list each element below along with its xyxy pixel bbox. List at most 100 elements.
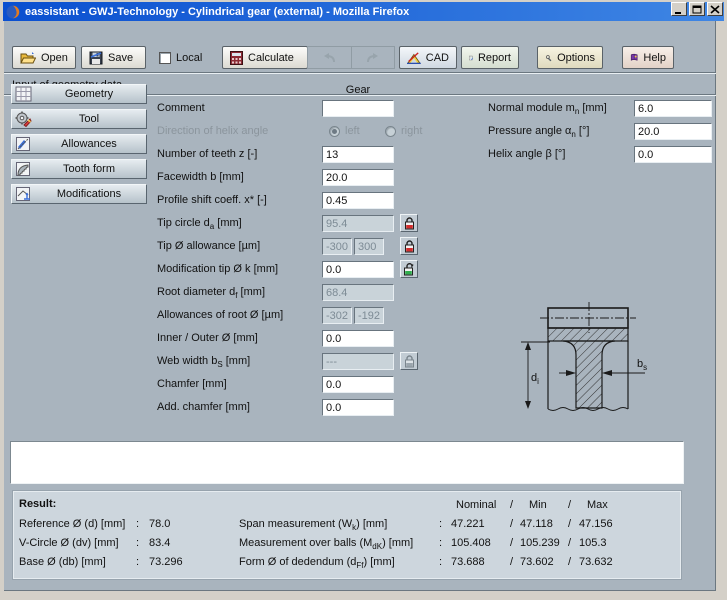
result-max: 105.3 <box>579 537 607 549</box>
minimize-button[interactable] <box>671 2 687 16</box>
sidebar-item-geometry[interactable]: Geometry <box>11 84 147 104</box>
save-button-label: Save <box>108 52 133 64</box>
helix-left-radio <box>329 126 340 137</box>
cad-drafting-icon <box>407 51 421 65</box>
result-label: Measurement over balls (MdK) [mm] <box>239 537 413 549</box>
save-button[interactable]: Save <box>81 46 146 69</box>
open-button[interactable]: Open <box>12 46 76 69</box>
result-nominal: 47.221 <box>451 518 485 530</box>
calculate-button-label: Calculate <box>248 52 294 64</box>
sidebar-item-label: Allowances <box>32 138 146 150</box>
local-checkbox[interactable] <box>159 52 171 64</box>
header-min: Min <box>529 499 547 511</box>
redo-icon <box>365 52 381 64</box>
modifications-icon <box>15 186 32 202</box>
chamfer-input[interactable] <box>322 376 394 393</box>
inner-outer-label: Inner / Outer Ø [mm] <box>157 332 321 344</box>
lock-closed-red-icon <box>404 240 415 253</box>
tip-modification-lock-button[interactable] <box>400 260 418 278</box>
message-area <box>10 441 684 484</box>
cad-button-label: CAD <box>426 52 449 64</box>
tip-circle-lock-button[interactable] <box>400 214 418 232</box>
sidebar-item-label: Tooth form <box>32 163 146 175</box>
result-label: V-Circle Ø (dv) [mm] <box>19 537 119 549</box>
result-value: 73.296 <box>149 556 183 568</box>
root-allowance-max-input <box>354 307 384 324</box>
result-label: Reference Ø (d) [mm] <box>19 518 125 530</box>
result-label: Form Ø of dedendum (dFf) [mm] <box>239 556 395 568</box>
result-min: 105.239 <box>520 537 560 549</box>
tip-allowance-lock-button[interactable] <box>400 237 418 255</box>
lock-closed-red-icon <box>404 217 415 230</box>
helix-right-label: right <box>401 125 422 137</box>
help-book-icon <box>630 51 638 64</box>
result-value: 78.0 <box>149 518 170 530</box>
facewidth-input[interactable] <box>322 169 394 186</box>
minimize-icon <box>674 5 684 14</box>
tip-allowance-max-input <box>354 238 384 255</box>
comment-input[interactable] <box>322 100 394 117</box>
title-bar: eassistant - GWJ-Technology - Cylindrica… <box>3 2 724 21</box>
cad-button[interactable]: CAD <box>399 46 457 69</box>
close-button[interactable] <box>707 2 723 16</box>
sidebar-item-tooth-form[interactable]: Tooth form <box>11 159 147 179</box>
undo-icon <box>321 52 337 64</box>
calculator-icon <box>230 51 243 65</box>
result-label: Span measurement (Wk) [mm] <box>239 518 387 530</box>
profile-shift-label: Profile shift coeff. x* [-] <box>157 194 321 206</box>
tool-gear-icon <box>15 111 32 127</box>
pressure-angle-label: Pressure angle αn [°] <box>488 125 638 137</box>
helix-angle-label: Helix angle β [°] <box>488 148 638 160</box>
report-button[interactable]: Report <box>461 46 519 69</box>
helix-direction-label: Direction of helix angle <box>157 125 321 137</box>
report-button-label: Report <box>478 52 511 64</box>
options-tools-icon <box>545 51 552 65</box>
normal-module-label: Normal module mn [mm] <box>488 102 638 114</box>
sidebar-item-tool[interactable]: Tool <box>11 109 147 129</box>
tooth-form-icon <box>15 161 32 177</box>
result-nominal: 105.408 <box>451 537 491 549</box>
help-button-label: Help <box>643 52 666 64</box>
close-icon <box>710 5 720 14</box>
calculate-button[interactable]: Calculate <box>222 46 308 69</box>
root-diameter-input <box>322 284 394 301</box>
sidebar-item-allowances[interactable]: Allowances <box>11 134 147 154</box>
help-button[interactable]: Help <box>622 46 674 69</box>
web-width-input <box>322 353 394 370</box>
allowances-icon <box>15 136 32 152</box>
tip-circle-label: Tip circle da [mm] <box>157 217 321 229</box>
profile-shift-input[interactable] <box>322 192 394 209</box>
inner-outer-input[interactable] <box>322 330 394 347</box>
add-chamfer-input[interactable] <box>322 399 394 416</box>
teeth-label: Number of teeth z [-] <box>157 148 321 160</box>
teeth-input[interactable] <box>322 146 394 163</box>
lock-open-green-icon <box>403 263 415 276</box>
diagram-di-label: di <box>531 372 539 384</box>
app-content: Open Save Local Calculate <box>4 21 716 591</box>
helix-angle-input[interactable] <box>634 146 712 163</box>
web-width-label: Web width bS [mm] <box>157 355 321 367</box>
result-label: Base Ø (db) [mm] <box>19 556 106 568</box>
pressure-angle-input[interactable] <box>634 123 712 140</box>
sidebar-item-label: Modifications <box>32 188 146 200</box>
result-min: 73.602 <box>520 556 554 568</box>
comment-label: Comment <box>157 102 321 114</box>
maximize-icon <box>692 5 702 14</box>
normal-module-input[interactable] <box>634 100 712 117</box>
sidebar-item-modifications[interactable]: Modifications <box>11 184 147 204</box>
undo-button <box>308 47 351 68</box>
sidebar-item-label: Tool <box>32 113 146 125</box>
options-button[interactable]: Options <box>537 46 603 69</box>
window-title: eassistant - GWJ-Technology - Cylindrica… <box>25 6 409 18</box>
result-panel: Result: Nominal / Min / Max Reference Ø … <box>12 490 682 580</box>
tip-modification-input[interactable] <box>322 261 394 278</box>
report-document-icon <box>469 51 473 65</box>
root-allowance-min-input <box>322 307 352 324</box>
history-group <box>307 46 395 69</box>
geometry-grid-icon <box>15 86 32 102</box>
web-width-lock-button <box>400 352 418 370</box>
lock-closed-gray-icon <box>404 355 415 368</box>
result-min: 47.118 <box>520 518 553 530</box>
maximize-button[interactable] <box>689 2 705 16</box>
save-floppy-icon <box>89 51 103 65</box>
